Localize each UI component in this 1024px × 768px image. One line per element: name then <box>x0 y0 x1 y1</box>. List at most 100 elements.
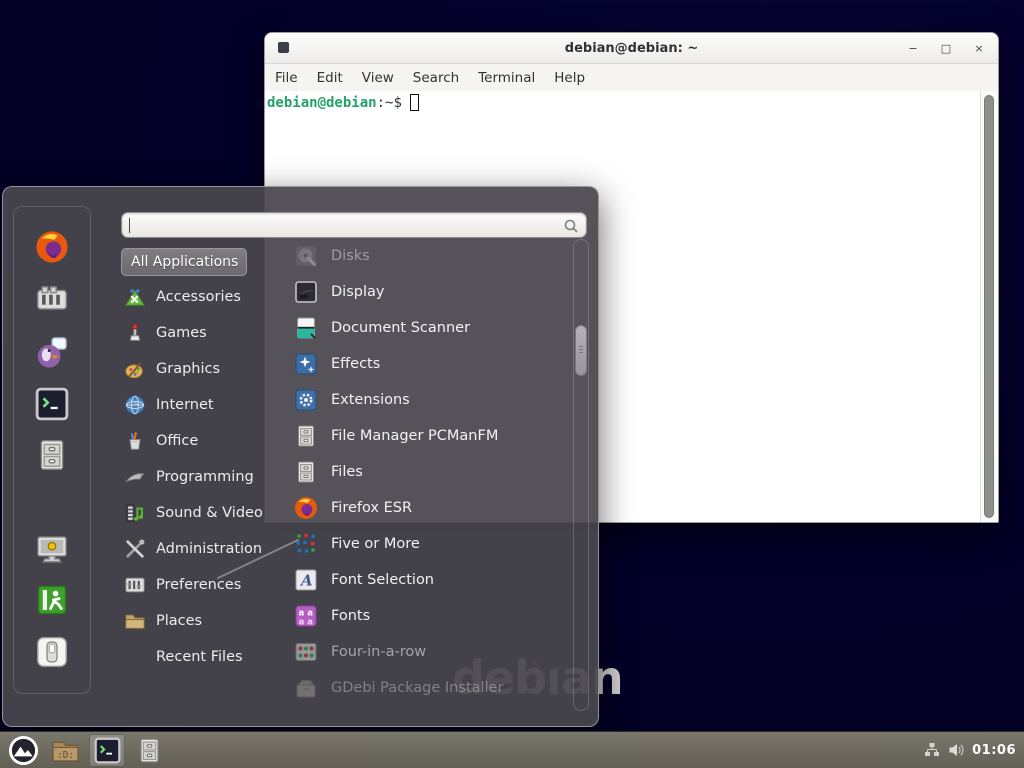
category-preferences[interactable]: Preferences <box>121 567 269 603</box>
category-label: Games <box>156 325 207 341</box>
file-cabinet-icon <box>294 424 318 448</box>
terminal-menu-terminal[interactable]: Terminal <box>477 68 536 88</box>
favorite-pidgin[interactable] <box>35 335 69 369</box>
app-fonts[interactable]: a aa aFonts <box>280 598 574 634</box>
font-selection-icon: A <box>294 568 318 592</box>
prompt-path: ~ <box>385 95 393 111</box>
app-label: Four-in-a-row <box>331 644 426 660</box>
sound-video-icon <box>124 502 146 524</box>
desktop: { "desktop": { "watermark_text": "debian… <box>0 0 1024 768</box>
app-five-or-more[interactable]: Five or More <box>280 526 574 562</box>
search-box[interactable] <box>121 212 587 238</box>
terminal-titlebar[interactable]: debian@debian: ~ −□× <box>265 33 998 64</box>
extensions-icon <box>294 388 318 412</box>
category-all-applications[interactable]: All Applications <box>121 248 247 276</box>
terminal-menu-view[interactable]: View <box>361 68 395 88</box>
app-files[interactable]: Files <box>280 454 574 490</box>
category-label: Sound & Video <box>156 505 263 521</box>
search-input[interactable] <box>130 215 558 237</box>
category-places[interactable]: Places <box>121 603 269 639</box>
favorites-panel <box>13 206 91 694</box>
app-label: Effects <box>331 356 380 372</box>
category-administration[interactable]: Administration <box>121 531 269 567</box>
terminal-menu-help[interactable]: Help <box>553 68 586 88</box>
app-effects[interactable]: Effects <box>280 346 574 382</box>
category-accessories[interactable]: Accessories <box>121 279 269 315</box>
minimize-button[interactable]: − <box>906 43 920 54</box>
maximize-button[interactable]: □ <box>939 43 953 54</box>
category-label: Recent Files <box>156 649 243 665</box>
taskbar-menu-button[interactable] <box>5 734 41 767</box>
file-cabinet-icon <box>294 460 318 484</box>
favorite-control-center[interactable] <box>35 282 69 316</box>
taskbar-terminal-window-button[interactable] <box>89 734 125 767</box>
app-font-selection[interactable]: A Font Selection <box>280 562 574 598</box>
administration-icon <box>124 538 146 560</box>
category-games[interactable]: Games <box>121 315 269 351</box>
app-list-scrollbar-thumb[interactable] <box>575 325 587 376</box>
search-icon <box>563 218 579 234</box>
app-disks[interactable]: Disks <box>280 238 574 274</box>
terminal-cursor <box>410 94 419 111</box>
preferences-icon <box>124 574 146 596</box>
terminal-scrollbar[interactable] <box>980 91 998 522</box>
app-label: File Manager PCManFM <box>331 428 498 444</box>
app-file-manager-pcmanfm[interactable]: File Manager PCManFM <box>280 418 574 454</box>
app-four-in-a-row[interactable]: Four-in-a-row <box>280 634 574 670</box>
volume-status-icon[interactable] <box>948 742 964 758</box>
category-label: Programming <box>156 469 254 485</box>
display-icon <box>294 280 318 304</box>
category-label: Preferences <box>156 577 241 593</box>
favorite-shutdown[interactable] <box>35 635 69 669</box>
terminal-scrollbar-thumb[interactable] <box>984 95 994 518</box>
favorite-terminal[interactable] <box>35 387 69 421</box>
app-extensions[interactable]: Extensions <box>280 382 574 418</box>
category-sound-video[interactable]: Sound & Video <box>121 495 269 531</box>
favorite-firefox[interactable] <box>35 230 69 264</box>
lock-screen-icon <box>35 532 69 566</box>
network-status-icon[interactable] <box>924 742 940 758</box>
terminal-window-icon <box>278 42 289 53</box>
app-gdebi-package-installer[interactable]: GDebi Package Installer <box>280 670 574 706</box>
app-label: Font Selection <box>331 572 434 588</box>
favorite-log-out[interactable] <box>35 583 69 617</box>
log-out-icon <box>35 583 69 617</box>
category-programming[interactable]: Programming <box>121 459 269 495</box>
app-display[interactable]: Display <box>280 274 574 310</box>
favorite-lock-screen[interactable] <box>35 532 69 566</box>
category-internet[interactable]: Internet <box>121 387 269 423</box>
terminal-icon <box>35 387 69 421</box>
app-list-scrollbar[interactable] <box>573 239 589 711</box>
taskbar: :D: 01:06 <box>0 731 1024 768</box>
effects-icon <box>294 352 318 376</box>
application-menu: All Applications Accessories Games Graphic… <box>2 186 599 727</box>
taskbar-desktop-files-button[interactable]: :D: <box>47 734 83 767</box>
favorite-file-manager[interactable] <box>35 438 69 472</box>
app-document-scanner[interactable]: Document Scanner <box>280 310 574 346</box>
gdebi-icon <box>294 676 318 700</box>
category-recent-files[interactable]: Recent Files <box>121 639 269 675</box>
clock[interactable]: 01:06 <box>972 743 1016 758</box>
app-label: Document Scanner <box>331 320 470 336</box>
terminal-menubar: File Edit View Search Terminal Help <box>265 64 998 92</box>
terminal-menu-file[interactable]: File <box>274 68 299 88</box>
terminal-menu-edit[interactable]: Edit <box>316 68 344 88</box>
category-office[interactable]: Office <box>121 423 269 459</box>
terminal-menu-search[interactable]: Search <box>412 68 460 88</box>
application-list: DisksDisplay Document Scanner Effects Exten… <box>280 238 574 706</box>
svg-text:a a: a a <box>299 618 314 628</box>
app-firefox-esr[interactable]: Firefox ESR <box>280 490 574 526</box>
close-button[interactable]: × <box>972 43 986 54</box>
taskbar-file-manager-button[interactable] <box>131 734 167 767</box>
programming-icon <box>124 466 146 488</box>
app-label: Firefox ESR <box>331 500 412 516</box>
pidgin-icon <box>35 335 69 369</box>
category-graphics[interactable]: Graphics <box>121 351 269 387</box>
terminal-icon <box>94 737 121 764</box>
internet-icon <box>124 394 146 416</box>
games-icon <box>124 322 146 344</box>
office-icon <box>124 430 146 452</box>
settings-panel-icon <box>35 282 69 316</box>
taskbar-launchers: :D: <box>0 732 173 768</box>
graphics-icon <box>124 358 146 380</box>
